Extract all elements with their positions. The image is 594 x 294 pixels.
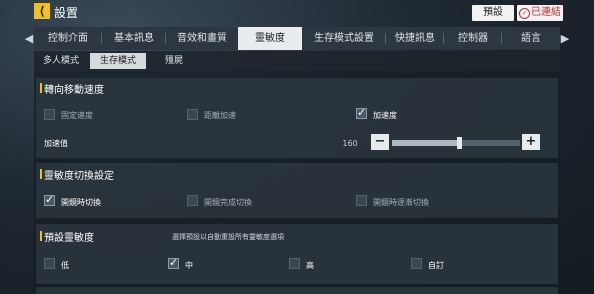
tab-basic-info[interactable]: 基本訊息 bbox=[102, 27, 166, 50]
mode-subtabs: 多人模式 生存模式 殭屍 bbox=[34, 51, 560, 71]
switch-after-scope-label: 開鏡完成切換 bbox=[204, 198, 252, 207]
increase-button[interactable]: + bbox=[522, 134, 540, 150]
check-circle-icon: ✓ bbox=[519, 8, 530, 19]
preset-custom-checkbox[interactable] bbox=[411, 258, 422, 269]
switch-after-scope-checkbox[interactable] bbox=[187, 195, 198, 206]
preset-medium-checkbox[interactable] bbox=[168, 256, 179, 269]
preset-sensitivity-section: 預設靈敏度 bbox=[36, 224, 558, 284]
accel-value-label: 加速值 bbox=[44, 139, 68, 148]
tab-language[interactable]: 語言 bbox=[502, 27, 560, 50]
decrease-button[interactable]: − bbox=[371, 134, 389, 150]
switch-on-scope-label: 開鏡時切換 bbox=[61, 198, 101, 207]
back-icon[interactable]: ⟨ bbox=[34, 3, 50, 19]
preset-high-label: 高 bbox=[306, 261, 314, 270]
distance-accel-label: 距離加速 bbox=[204, 111, 236, 120]
section-title: 轉向移動速度 bbox=[44, 85, 104, 96]
section-marker bbox=[40, 169, 42, 179]
preset-low-checkbox[interactable] bbox=[44, 258, 55, 269]
rotation-speed-section: 轉向移動速度 bbox=[36, 78, 558, 158]
tab-controller[interactable]: 控制器 bbox=[444, 27, 502, 50]
default-button[interactable]: 預設 bbox=[472, 5, 514, 21]
preset-low-label: 低 bbox=[61, 261, 69, 270]
linked-button[interactable]: ✓ 已連結 bbox=[517, 5, 563, 21]
tab-sensitivity[interactable]: 靈敏度 bbox=[238, 27, 302, 50]
page-title: 設置 bbox=[54, 6, 79, 20]
gradual-switch-checkbox[interactable] bbox=[356, 195, 367, 206]
tab-audio-graphics[interactable]: 音效和畫質 bbox=[166, 27, 238, 50]
fixed-speed-label: 固定速度 bbox=[61, 111, 93, 120]
switch-setting-section: 靈敏度切換設定 bbox=[36, 163, 558, 218]
linked-label: 已連結 bbox=[531, 7, 561, 18]
preset-medium-label: 中 bbox=[185, 261, 193, 270]
tab-scroll-right-icon[interactable]: ▶ bbox=[560, 27, 570, 50]
tab-scroll-left-icon[interactable]: ◀ bbox=[24, 27, 34, 50]
subtab-zombies[interactable]: 殭屍 bbox=[150, 53, 198, 69]
tab-br-settings[interactable]: 生存模式設置 bbox=[302, 27, 386, 50]
preset-note: 選擇預設以自動重設所有靈敏度選項 bbox=[172, 233, 284, 241]
fixed-speed-checkbox[interactable] bbox=[44, 109, 55, 120]
top-bar: ⟨ 設置 預設 ✓ 已連結 bbox=[0, 0, 594, 26]
tab-controls[interactable]: 控制介面 bbox=[34, 27, 102, 50]
tab-bar: 控制介面 基本訊息 音效和畫質 靈敏度 生存模式設置 快捷訊息 控制器 語言 bbox=[34, 27, 560, 50]
preset-high-checkbox[interactable] bbox=[289, 258, 300, 269]
switch-on-scope-checkbox[interactable] bbox=[44, 193, 55, 206]
next-section-edge bbox=[36, 287, 558, 294]
section-marker bbox=[40, 231, 42, 241]
section-title: 預設靈敏度 bbox=[44, 233, 94, 244]
accel-value-display: 160 bbox=[338, 137, 362, 151]
slider-handle[interactable] bbox=[456, 137, 462, 149]
section-title: 靈敏度切換設定 bbox=[44, 171, 114, 182]
tab-quick-messages[interactable]: 快捷訊息 bbox=[386, 27, 444, 50]
gradual-switch-label: 開鏡時逐漸切換 bbox=[373, 198, 429, 207]
distance-accel-checkbox[interactable] bbox=[187, 109, 198, 120]
section-marker bbox=[40, 83, 42, 93]
subtab-multiplayer[interactable]: 多人模式 bbox=[36, 53, 86, 69]
slider-fill bbox=[392, 140, 459, 146]
acceleration-checkbox[interactable] bbox=[356, 106, 367, 119]
accel-slider[interactable] bbox=[392, 137, 520, 149]
acceleration-label: 加速度 bbox=[373, 111, 397, 120]
subtab-battle-royale[interactable]: 生存模式 bbox=[90, 53, 146, 69]
preset-custom-label: 自訂 bbox=[428, 261, 444, 270]
